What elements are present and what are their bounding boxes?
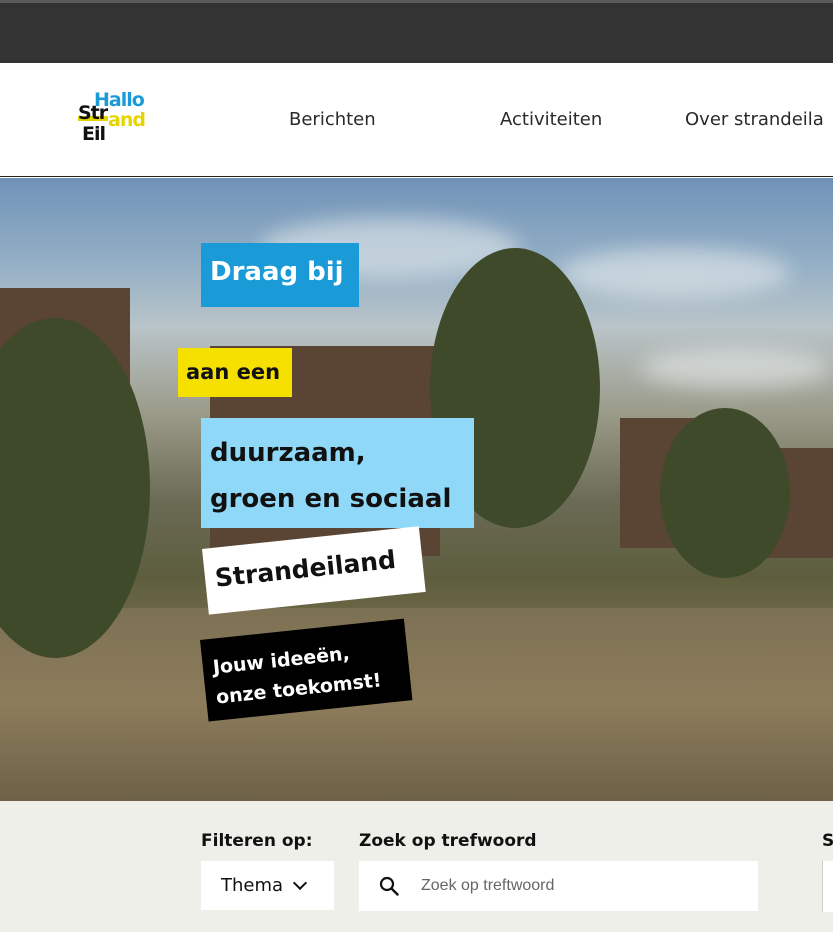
filter-bar: Filteren op: Zoek op trefwoord S Thema bbox=[0, 801, 833, 932]
thema-dropdown-value: Thema bbox=[221, 875, 284, 896]
search-label: Zoek op trefwoord bbox=[359, 831, 537, 851]
search-input[interactable] bbox=[421, 861, 751, 911]
hero-tag-aan-een: aan een bbox=[178, 348, 292, 397]
logo-text-eil: Eil bbox=[82, 123, 106, 145]
nav-activiteiten[interactable]: Activiteiten bbox=[500, 109, 602, 130]
logo-text-str: Str bbox=[78, 102, 108, 124]
third-filter-label: S bbox=[822, 831, 833, 851]
hero-ground bbox=[0, 608, 833, 801]
hero-cloud bbox=[560, 248, 790, 298]
hero-tag-duurzaam-line1: duurzaam, bbox=[210, 438, 366, 468]
search-box bbox=[359, 861, 758, 911]
browser-top-strip bbox=[0, 0, 833, 63]
hero-tag-duurzaam-line2: groen en sociaal bbox=[210, 484, 452, 514]
chevron-down-icon bbox=[292, 875, 308, 890]
hero-tree bbox=[660, 408, 790, 578]
site-logo[interactable]: Hallo Str and Eil bbox=[78, 89, 160, 149]
site-header: Hallo Str and Eil Berichten Activiteiten… bbox=[0, 63, 833, 177]
nav-over-strandeiland[interactable]: Over strandeila bbox=[685, 109, 824, 130]
third-filter-input[interactable] bbox=[822, 861, 833, 912]
logo-text-and: and bbox=[108, 109, 146, 131]
hero-cloud bbox=[640, 348, 830, 388]
hero-banner: Draag bij aan een duurzaam, groen en soc… bbox=[0, 178, 833, 801]
thema-dropdown[interactable]: Thema bbox=[201, 861, 334, 910]
filter-label: Filteren op: bbox=[201, 831, 313, 851]
nav-berichten[interactable]: Berichten bbox=[289, 109, 376, 130]
hero-tag-draag-bij: Draag bij bbox=[201, 243, 359, 307]
hero-tag-duurzaam: duurzaam, groen en sociaal bbox=[201, 418, 474, 528]
search-icon[interactable] bbox=[379, 876, 399, 896]
